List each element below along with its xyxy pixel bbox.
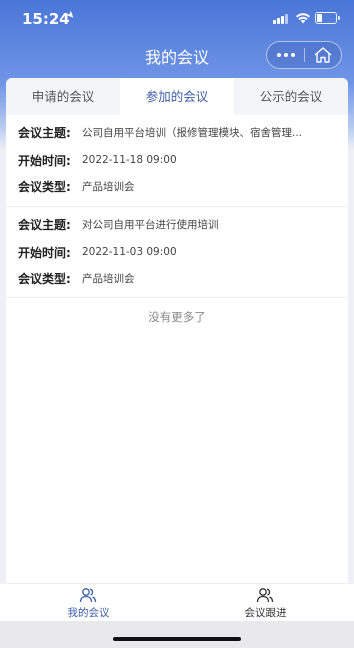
subject-label: 会议主题: xyxy=(18,217,71,232)
more-options-button[interactable] xyxy=(267,42,304,68)
home-indicator-area xyxy=(0,621,354,648)
tabbar-label: 会议跟进 xyxy=(244,607,287,619)
meeting-start-time: 2022-11-03 09:00 xyxy=(82,246,177,258)
meeting-list-card: 申请的会议 参加的会议 公示的会议 会议主题: 公司自用平台培训（报修管理模块、… xyxy=(6,78,348,583)
home-button[interactable] xyxy=(307,45,339,65)
tab-attended-meetings[interactable]: 参加的会议 xyxy=(120,78,234,115)
mini-program-capsule xyxy=(266,41,342,69)
status-time: 15:24 xyxy=(22,10,70,28)
meeting-start-time: 2022-11-18 09:00 xyxy=(82,154,177,166)
start-time-label: 开始时间: xyxy=(18,153,71,168)
users-icon xyxy=(79,588,97,603)
type-label: 会议类型: xyxy=(18,179,71,194)
type-label: 会议类型: xyxy=(18,271,71,286)
capsule-divider xyxy=(304,48,305,62)
tabbar-item-meeting-followup[interactable]: 会议跟进 xyxy=(177,584,354,621)
users-icon xyxy=(256,588,274,603)
tabbar-label: 我的会议 xyxy=(67,607,110,619)
start-time-label: 开始时间: xyxy=(18,245,71,260)
wifi-icon xyxy=(296,13,310,24)
meeting-subject: 对公司自用平台进行使用培训 xyxy=(82,218,219,231)
meeting-subject: 公司自用平台培训（报修管理模块、宿舍管理... xyxy=(82,126,303,139)
more-dots-icon xyxy=(276,53,281,57)
tab-public-meetings[interactable]: 公示的会议 xyxy=(234,78,348,115)
meeting-tabs: 申请的会议 参加的会议 公示的会议 xyxy=(6,78,348,115)
home-indicator[interactable] xyxy=(113,637,241,641)
meeting-type: 产品培训会 xyxy=(82,272,135,285)
bottom-tab-bar: 我的会议 会议跟进 xyxy=(0,584,354,621)
tabbar-item-my-meetings[interactable]: 我的会议 xyxy=(0,584,177,621)
meeting-type: 产品培训会 xyxy=(82,180,135,193)
list-end-text: 没有更多了 xyxy=(148,310,206,324)
status-bar: 15:24 ➤ xyxy=(0,0,354,36)
meeting-item[interactable]: 会议主题: 公司自用平台培训（报修管理模块、宿舍管理... 开始时间: 2022… xyxy=(6,115,348,207)
meeting-item[interactable]: 会议主题: 对公司自用平台进行使用培训 开始时间: 2022-11-03 09:… xyxy=(6,206,348,298)
cellular-signal-icon xyxy=(273,13,289,24)
tab-applied-meetings[interactable]: 申请的会议 xyxy=(6,78,120,115)
battery-icon xyxy=(315,12,340,24)
subject-label: 会议主题: xyxy=(18,125,71,140)
